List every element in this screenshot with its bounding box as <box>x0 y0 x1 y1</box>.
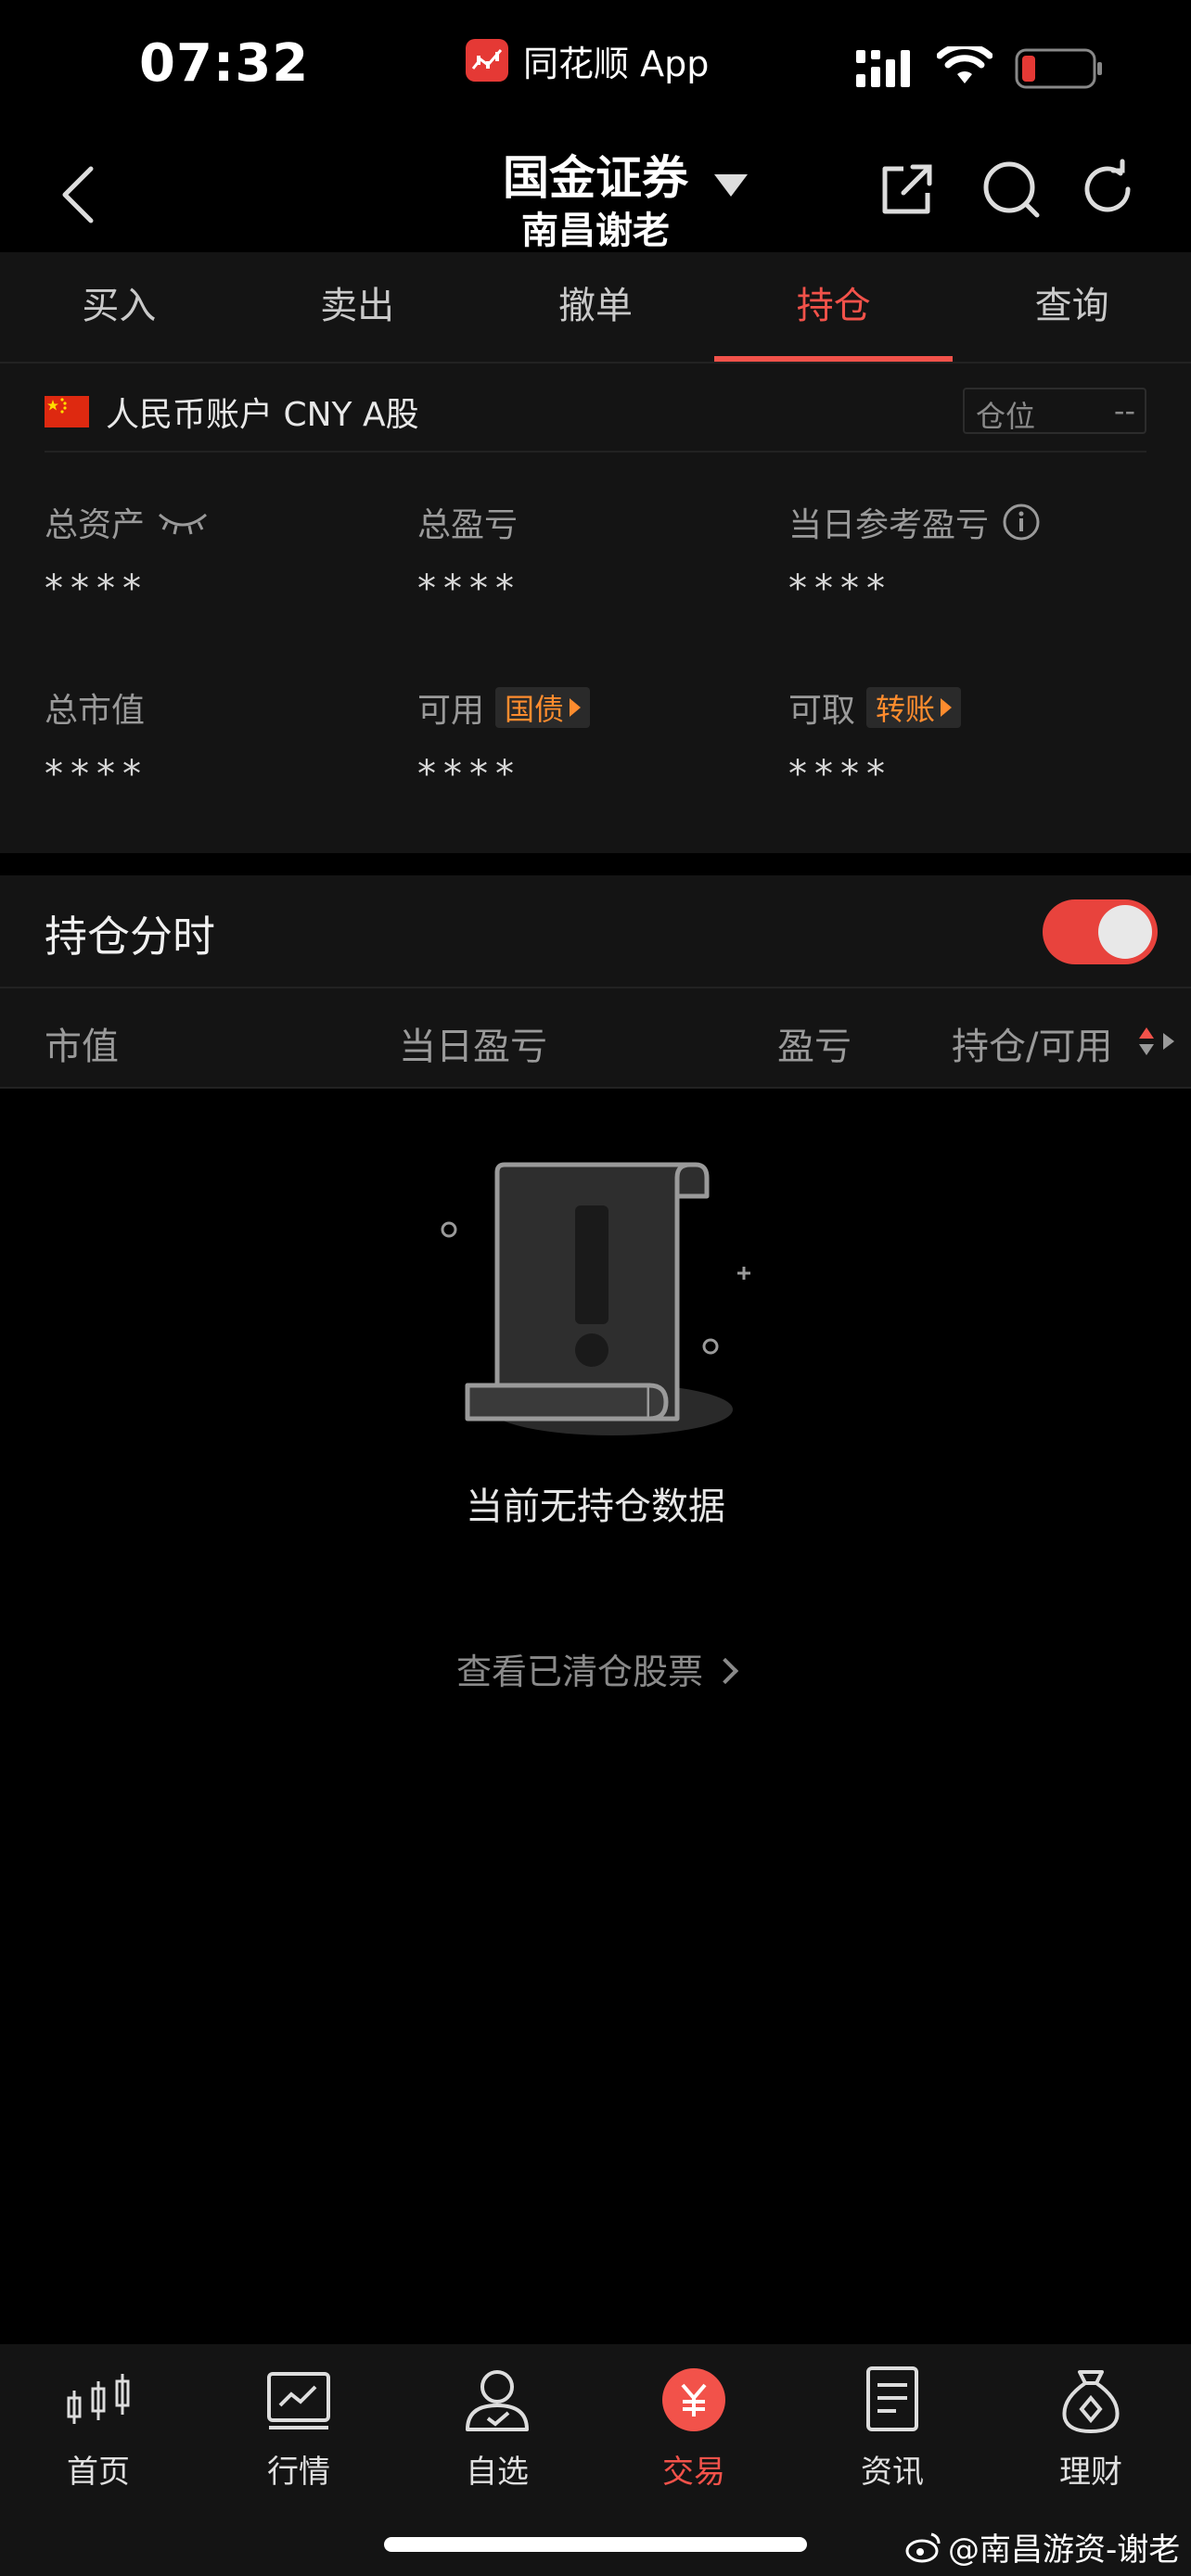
yuan-icon <box>662 2368 725 2431</box>
holdings-title: 持仓分时 <box>45 912 215 962</box>
metric-label: 当日参考盈亏 <box>788 506 990 544</box>
metric-market-value: 总市值 **** <box>45 684 397 796</box>
eye-closed-icon[interactable] <box>156 505 210 539</box>
metric-value: **** <box>788 753 892 796</box>
metric-withdrawable: 可取 转账 **** <box>788 684 1141 796</box>
metric-label: 可取 <box>788 692 856 730</box>
document-icon <box>866 2366 918 2431</box>
nav-label: 行情 <box>267 2454 330 2491</box>
trade-tabs: 买入 卖出 撤单 持仓 查询 <box>0 252 1191 363</box>
status-app-name: 同花顺 App <box>523 43 710 84</box>
divider <box>45 451 1146 453</box>
sort-arrows-icon[interactable] <box>1137 1026 1156 1057</box>
nav-wealth[interactable]: 理财 <box>1017 2363 1165 2492</box>
column-position-available[interactable]: 持仓/可用 <box>952 1016 1112 1070</box>
watermark-text: @南昌游资-谢老 <box>948 2531 1181 2569</box>
account-row: 人民币账户 CNY A股 <box>45 386 419 438</box>
cellular-signal-icon <box>856 50 910 87</box>
holdings-timeshare-toggle[interactable] <box>1043 899 1158 964</box>
account-name: 南昌谢老 <box>521 210 670 252</box>
position-label: 仓位 <box>976 399 1036 434</box>
metric-value: **** <box>788 567 892 610</box>
metric-label: 总资产 <box>45 506 146 544</box>
app-screen: 07:32 同花顺 App 国金证券 南昌谢老 买入 卖出 撤单 持仓 查询 人… <box>0 0 1191 2576</box>
china-flag-icon <box>45 396 89 427</box>
holdings-header: 持仓分时 <box>0 875 1191 987</box>
nav-label: 资讯 <box>861 2454 924 2491</box>
wifi-icon <box>937 46 992 83</box>
header-bar: 国金证券 南昌谢老 <box>0 130 1191 252</box>
dropdown-triangle-icon[interactable] <box>711 171 751 200</box>
refresh-icon[interactable] <box>1076 158 1139 221</box>
column-daily-pnl[interactable]: 当日盈亏 <box>399 1016 547 1070</box>
search-icon[interactable] <box>980 158 1043 221</box>
tab-holdings[interactable]: 持仓 <box>714 252 953 362</box>
status-bar: 07:32 同花顺 App <box>0 0 1191 130</box>
nav-label: 理财 <box>1059 2454 1122 2491</box>
home-indicator[interactable] <box>384 2537 807 2552</box>
user-icon <box>466 2370 529 2431</box>
metric-label: 总市值 <box>45 692 146 730</box>
chevron-right-icon <box>711 1657 739 1685</box>
treasury-bond-tag[interactable]: 国债 <box>495 687 591 728</box>
account-summary-card: 人民币账户 CNY A股 仓位 -- 总资产 **** 总盈亏 **** 当日参… <box>0 363 1191 853</box>
nav-news[interactable]: 资讯 <box>818 2363 967 2492</box>
nav-trade[interactable]: 交易 <box>620 2363 768 2492</box>
metric-value: **** <box>45 753 148 796</box>
status-time: 07:32 <box>139 33 310 94</box>
weibo-logo-icon <box>905 2532 941 2562</box>
position-value: -- <box>1113 393 1135 428</box>
nav-market[interactable]: 行情 <box>224 2363 373 2492</box>
tag-arrow-icon <box>941 698 953 717</box>
position-indicator[interactable]: 仓位 -- <box>963 388 1146 434</box>
tonghuashun-logo-icon <box>466 39 508 82</box>
metric-daily-pnl: 当日参考盈亏 **** <box>788 499 1141 610</box>
view-cleared-stocks-link[interactable]: 查看已清仓股票 <box>0 1643 1191 1694</box>
watermark: @南昌游资-谢老 <box>905 2524 1180 2570</box>
nav-home[interactable]: 首页 <box>24 2363 173 2492</box>
account-type-label: 人民币账户 CNY A股 <box>106 396 419 434</box>
tag-label: 国债 <box>505 692 565 727</box>
candlestick-icon <box>67 2374 130 2424</box>
status-app-indicator[interactable]: 同花顺 App <box>466 37 710 84</box>
link-label: 查看已清仓股票 <box>455 1651 703 1692</box>
toggle-knob <box>1098 905 1152 959</box>
metric-available: 可用 国债 **** <box>417 684 770 796</box>
tab-query[interactable]: 查询 <box>953 252 1191 362</box>
metric-label: 可用 <box>417 692 485 730</box>
nav-label: 首页 <box>67 2454 130 2491</box>
metric-value: **** <box>417 567 521 610</box>
chart-icon <box>267 2372 330 2429</box>
scroll-right-arrow-icon[interactable] <box>1161 1031 1176 1052</box>
share-icon[interactable] <box>876 158 939 221</box>
tab-sell[interactable]: 卖出 <box>238 252 477 362</box>
tab-buy[interactable]: 买入 <box>0 252 238 362</box>
transfer-tag[interactable]: 转账 <box>866 687 962 728</box>
empty-message: 当前无持仓数据 <box>466 1486 725 1528</box>
column-market-value[interactable]: 市值 <box>45 1016 119 1070</box>
nav-label: 交易 <box>662 2454 725 2491</box>
metric-total-assets: 总资产 **** <box>45 499 397 610</box>
column-pnl[interactable]: 盈亏 <box>777 1016 852 1070</box>
nav-watchlist[interactable]: 自选 <box>423 2363 571 2492</box>
money-bag-icon <box>1062 2370 1120 2434</box>
nav-label: 自选 <box>466 2454 529 2491</box>
tab-cancel[interactable]: 撤单 <box>477 252 715 362</box>
tag-label: 转账 <box>876 692 936 727</box>
battery-icon <box>1015 48 1102 89</box>
metric-total-pnl: 总盈亏 **** <box>417 499 770 610</box>
metric-label: 总盈亏 <box>417 506 519 544</box>
empty-document-icon <box>441 1162 750 1435</box>
info-icon[interactable] <box>1002 503 1041 542</box>
metric-value: **** <box>417 753 521 796</box>
holdings-column-header: 市值 当日盈亏 盈亏 持仓/可用 <box>0 987 1191 1089</box>
tag-arrow-icon <box>570 698 582 717</box>
metric-value: **** <box>45 567 148 610</box>
back-arrow-icon[interactable] <box>52 159 108 230</box>
